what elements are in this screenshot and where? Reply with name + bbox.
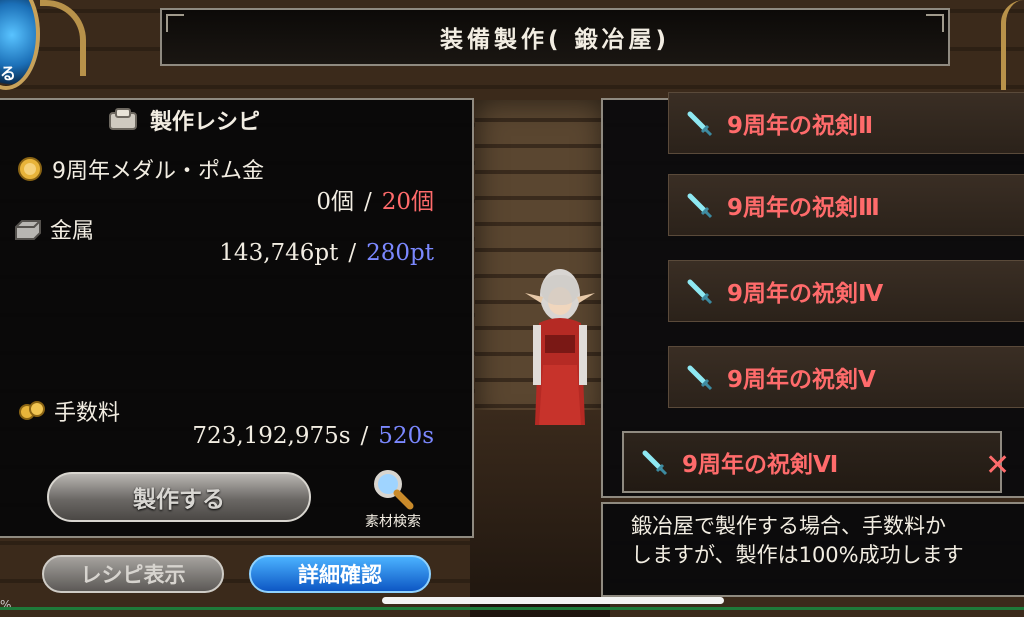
coins-icon — [19, 401, 45, 420]
fee-have: 723,192,975s — [192, 423, 351, 449]
list-item-label: 9周年の祝剣Ⅴ — [727, 367, 876, 393]
details-button[interactable]: 詳細確認 — [249, 555, 431, 593]
magnifier-icon — [374, 470, 414, 510]
material-need: 280pt — [366, 240, 434, 266]
list-item-label: 9周年の祝剣Ⅱ — [727, 113, 874, 139]
separator: / — [363, 189, 372, 215]
description-line: しますが、製作は100%成功します — [631, 543, 964, 567]
recipe-header: 製作レシピ — [108, 103, 368, 137]
material-search-button[interactable]: 素材検索 — [348, 468, 438, 534]
page-title: 装備製作( 鍛冶屋) — [160, 8, 950, 66]
sword-icon — [687, 365, 713, 391]
list-item[interactable]: 9周年の祝剣Ⅲ — [668, 174, 1024, 236]
fee-label: 手数料 — [54, 401, 121, 426]
separator: / — [348, 240, 357, 266]
fee-need: 520s — [378, 423, 434, 449]
material-row-metal: 金属 — [14, 213, 94, 245]
separator: / — [360, 423, 369, 449]
medal-icon — [18, 157, 42, 181]
close-icon[interactable]: ✕ — [985, 448, 1010, 483]
recipe-heading: 製作レシピ — [150, 110, 261, 135]
material-row-medal: 9周年メダル・ポム金 — [16, 153, 264, 185]
list-item-label: 9周年の祝剣Ⅲ — [727, 195, 880, 221]
home-indicator[interactable] — [382, 597, 724, 604]
recipe-book-icon — [109, 108, 137, 130]
list-item-label: 9周年の祝剣Ⅳ — [727, 281, 884, 307]
orb-label: る — [0, 64, 17, 83]
material-have: 143,746pt — [219, 240, 339, 266]
list-item-label: 9周年の祝剣Ⅵ — [682, 452, 839, 478]
fee-row: 手数料 — [18, 395, 120, 427]
sword-icon — [687, 193, 713, 219]
decorative-horn-right — [1001, 0, 1024, 90]
metal-ingot-icon — [15, 220, 41, 240]
recipe-view-button[interactable]: レシピ表示 — [42, 555, 224, 593]
description-box: 鍛冶屋で製作する場合、手数料か しますが、製作は100%成功します — [601, 502, 1024, 597]
material-name: 金属 — [50, 219, 95, 244]
fee-amount: 723,192,975s / 520s — [192, 423, 434, 449]
description-line: 鍛冶屋で製作する場合、手数料か — [631, 514, 946, 538]
material-amount-medal: 0個 / 20個 — [316, 182, 434, 216]
sword-icon — [642, 450, 668, 476]
list-item-selected[interactable]: 9周年の祝剣Ⅵ — [622, 431, 1002, 493]
progress-bar — [0, 607, 1024, 610]
background-floor — [470, 410, 610, 617]
list-item[interactable]: 9周年の祝剣Ⅴ — [668, 346, 1024, 408]
list-item[interactable]: 9周年の祝剣Ⅱ — [668, 92, 1024, 154]
material-need: 20個 — [381, 189, 434, 215]
material-have: 0個 — [316, 189, 354, 215]
material-amount-metal: 143,746pt / 280pt — [219, 240, 434, 266]
sword-icon — [687, 111, 713, 137]
material-search-label: 素材検索 — [365, 514, 421, 530]
blacksmith-npc[interactable] — [515, 265, 605, 435]
make-button[interactable]: 製作する — [47, 472, 311, 522]
sword-icon — [687, 279, 713, 305]
list-item[interactable]: 9周年の祝剣Ⅳ — [668, 260, 1024, 322]
material-name: 9周年メダル・ポム金 — [52, 159, 264, 184]
